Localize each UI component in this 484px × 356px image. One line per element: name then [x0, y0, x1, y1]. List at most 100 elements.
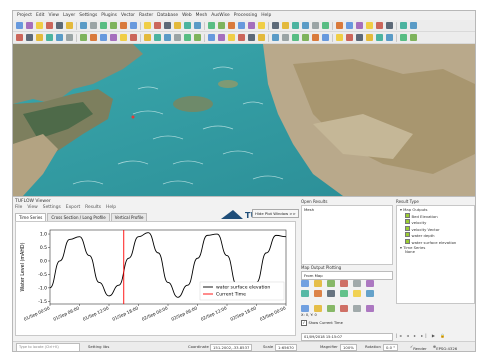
toolbar-button-icon[interactable] [16, 34, 23, 41]
toolbar-button-icon[interactable] [302, 22, 309, 29]
plot-tool-icon[interactable] [301, 280, 309, 287]
menu-item-plugins[interactable]: Plugins [101, 13, 117, 18]
open-results-item[interactable]: Mesh [302, 206, 392, 213]
toolbar-button-icon[interactable] [376, 34, 383, 41]
toolbar-button-icon[interactable] [346, 22, 353, 29]
toolbar-button-icon[interactable] [90, 34, 97, 41]
toolbar-button-icon[interactable] [410, 22, 417, 29]
toolbar-button-icon[interactable] [282, 34, 289, 41]
rotation-field[interactable]: 0.0 ° [383, 343, 399, 351]
toolbar-button-icon[interactable] [56, 34, 63, 41]
toolbar-button-icon[interactable] [356, 34, 363, 41]
plot-tool-icon[interactable] [353, 280, 361, 287]
toolbar-button-icon[interactable] [396, 33, 397, 42]
toolbar-button-icon[interactable] [164, 34, 171, 41]
toolbar-button-icon[interactable] [332, 33, 333, 42]
plot-tool-icon[interactable] [353, 305, 361, 312]
plot-tool-icon[interactable] [340, 290, 348, 297]
toolbar-button-icon[interactable] [410, 34, 417, 41]
checkbox-icon[interactable] [405, 232, 410, 238]
toolbar-button-icon[interactable] [56, 22, 63, 29]
toolbar-button-icon[interactable] [376, 22, 383, 29]
toolbar-button-icon[interactable] [248, 22, 255, 29]
viewer-menu-view[interactable]: View [27, 205, 37, 210]
menu-item-web[interactable]: Web [182, 13, 192, 18]
plot-tool-icon[interactable] [314, 290, 322, 297]
toolbar-button-icon[interactable] [238, 22, 245, 29]
time-series-plot[interactable]: 1.0 0.5 0.0 -0.5 -1.0 -1.5 Water Level (mAHD) 0… [15, 221, 296, 336]
toolbar-button-icon[interactable] [400, 22, 407, 29]
tab-2[interactable]: Vertical Profile [110, 213, 148, 221]
plot-tool-icon[interactable] [327, 305, 335, 312]
toolbar-button-icon[interactable] [228, 34, 235, 41]
toolbar-button-icon[interactable] [208, 22, 215, 29]
toolbar-button-icon[interactable] [80, 34, 87, 41]
toolbar-button-icon[interactable] [90, 22, 97, 29]
toolbar-button-icon[interactable] [26, 22, 33, 29]
menu-item-mesh[interactable]: Mesh [196, 13, 208, 18]
toolbar-button-icon[interactable] [164, 22, 171, 29]
menu-item-layer[interactable]: Layer [63, 13, 75, 18]
plot-tool-icon[interactable] [301, 290, 309, 297]
plot-tool-icon[interactable] [366, 280, 374, 287]
menu-item-raster[interactable]: Raster [139, 13, 153, 18]
show-current-time-option[interactable]: ✓ Show Current Time [301, 320, 343, 326]
checkbox-icon[interactable] [405, 238, 410, 244]
toolbar-button-icon[interactable] [120, 34, 127, 41]
toolbar-button-icon[interactable] [110, 34, 117, 41]
toolbar-button-icon[interactable] [268, 21, 269, 30]
menu-item-project[interactable]: Project [17, 13, 32, 18]
scale-field[interactable]: 1:65670 [275, 343, 297, 351]
toolbar-button-icon[interactable] [26, 34, 33, 41]
menu-item-edit[interactable]: Edit [36, 13, 45, 18]
toolbar-button-icon[interactable] [140, 33, 141, 42]
toolbar-button-icon[interactable] [120, 22, 127, 29]
toolbar-button-icon[interactable] [130, 34, 137, 41]
toolbar-button-icon[interactable] [46, 34, 53, 41]
toolbar-button-icon[interactable] [332, 21, 333, 30]
toolbar-button-icon[interactable] [258, 34, 265, 41]
result-type-item[interactable]: velocity [400, 219, 456, 226]
toolbar-button-icon[interactable] [386, 34, 393, 41]
menu-item-database[interactable]: Database [157, 13, 178, 18]
toolbar-button-icon[interactable] [194, 22, 201, 29]
result-type-item[interactable]: velocity Vector [400, 225, 456, 233]
toolbar-button-icon[interactable] [218, 34, 225, 41]
viewer-menu-file[interactable]: File [15, 205, 22, 210]
checkbox-icon[interactable] [405, 225, 410, 231]
toolbar-button-icon[interactable] [322, 34, 329, 41]
toolbar-button-icon[interactable] [228, 22, 235, 29]
toolbar-button-icon[interactable] [356, 22, 363, 29]
toolbar-button-icon[interactable] [130, 22, 137, 29]
toolbar-button-icon[interactable] [248, 34, 255, 41]
toolbar-button-icon[interactable] [194, 34, 201, 41]
viewer-menu-help[interactable]: Help [106, 205, 116, 210]
toolbar-button-icon[interactable] [100, 22, 107, 29]
toolbar-button-icon[interactable] [80, 22, 87, 29]
checkbox-icon[interactable] [405, 212, 410, 218]
plot-tool-icon[interactable] [366, 305, 374, 312]
toolbar-button-icon[interactable] [110, 22, 117, 29]
toolbar-button-icon[interactable] [336, 34, 343, 41]
toolbar-button-icon[interactable] [144, 34, 151, 41]
crs-indicator[interactable]: ⊕ EPSG:4326 [433, 344, 457, 351]
toolbar-button-icon[interactable] [184, 22, 191, 29]
toolbar-button-icon[interactable] [312, 22, 319, 29]
toolbar-button-icon[interactable] [204, 33, 205, 42]
toolbar-button-icon[interactable] [292, 22, 299, 29]
playback-controls[interactable]: |◂ ◂ ▸ ▸| ▶ 🔒 [396, 333, 447, 338]
toolbar-button-icon[interactable] [238, 34, 245, 41]
toolbar-button-icon[interactable] [400, 34, 407, 41]
menu-item-vector[interactable]: Vector [121, 13, 135, 18]
viewer-menu-export[interactable]: Export [66, 205, 80, 210]
menu-item-help[interactable]: Help [261, 13, 271, 18]
lock-icon[interactable]: 🔒 [440, 333, 447, 338]
toolbar-button-icon[interactable] [16, 22, 23, 29]
plot-tool-icon[interactable] [327, 290, 335, 297]
plot-tool-icon[interactable] [314, 305, 322, 312]
toolbar-button-icon[interactable] [258, 22, 265, 29]
menu-item-view[interactable]: View [49, 13, 59, 18]
toolbar-button-icon[interactable] [218, 22, 225, 29]
toolbar-button-icon[interactable] [174, 34, 181, 41]
toolbar-button-icon[interactable] [292, 34, 299, 41]
